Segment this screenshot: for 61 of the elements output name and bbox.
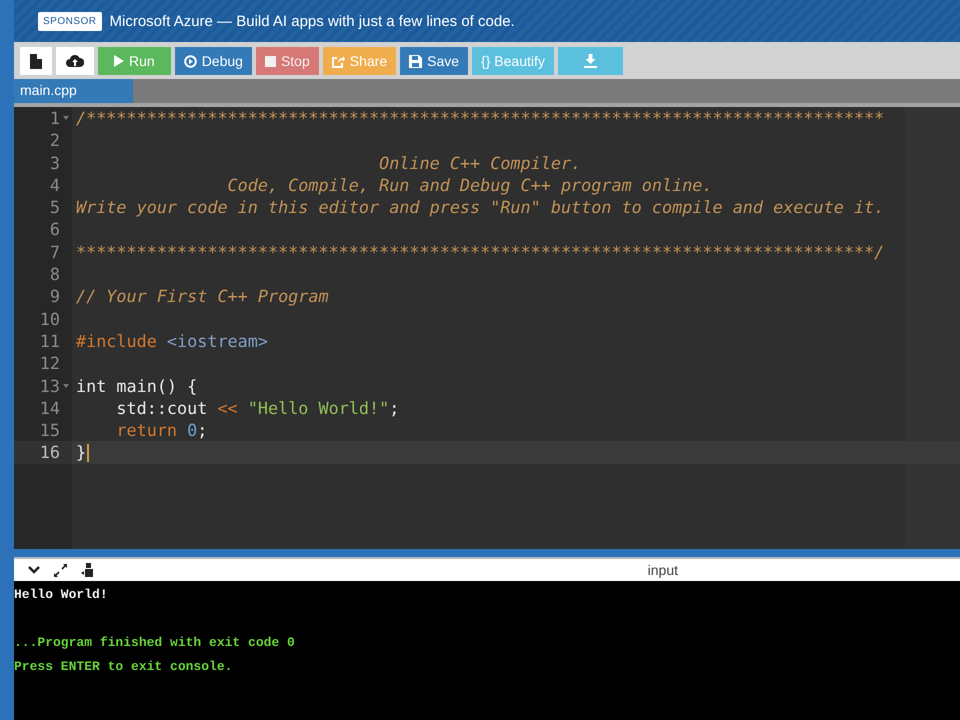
play-icon (114, 55, 124, 67)
clear-console-icon[interactable] (81, 563, 94, 577)
line-number: 4 (50, 174, 60, 196)
line-number: 2 (50, 129, 60, 152)
code-text: return (115, 419, 178, 442)
text-cursor (87, 444, 90, 462)
console-text: Hello World! (14, 587, 108, 602)
line-number: 12 (40, 352, 60, 375)
share-icon (332, 54, 345, 68)
debug-button[interactable]: Debug (174, 47, 252, 75)
new-file-button[interactable] (20, 47, 52, 75)
expand-icon[interactable] (54, 564, 67, 576)
console-text: Press ENTER to exit console. (14, 659, 232, 674)
upload-button[interactable] (56, 47, 94, 75)
download-icon (584, 54, 597, 68)
line-number: 5 (50, 196, 60, 218)
line-number: 14 (40, 396, 60, 420)
code-text: } (76, 441, 86, 464)
code-text: ; (389, 396, 400, 420)
sponsor-badge: SPONSOR (38, 12, 102, 30)
run-button[interactable]: Run (98, 47, 171, 75)
code-text: 0 (186, 419, 198, 442)
line-number: 6 (50, 218, 60, 241)
line-number: 7 (50, 240, 60, 264)
code-text: *******************************************************************************/ (76, 240, 884, 264)
sponsor-text[interactable]: Microsoft Azure — Build AI apps with just a few lines of code. (110, 12, 515, 30)
save-button[interactable]: Save (400, 47, 468, 75)
code-text: /******************************************************************************* (76, 107, 884, 130)
code-text: <iostream> (166, 330, 268, 352)
code-text: // Your First C++ Program (76, 285, 329, 308)
line-number: 11 (40, 330, 60, 352)
code-editor[interactable] (14, 107, 960, 549)
save-icon (409, 54, 422, 68)
code-text: Write your code in this editor and press "Run" button to compile and execute it. (76, 196, 884, 218)
code-text: "Hello World!" (246, 396, 390, 420)
code-text: #include (76, 330, 157, 352)
line-number: 8 (50, 263, 60, 286)
chevron-down-icon[interactable] (28, 566, 40, 574)
line-number: 16 (40, 441, 60, 464)
code-text: ; (197, 419, 208, 442)
line-number: 9 (50, 285, 60, 308)
line-number: 3 (50, 152, 60, 174)
code-text: Code, Compile, Run and Debug C++ program online. (226, 174, 712, 196)
file-icon (30, 54, 42, 68)
stop-icon (264, 56, 276, 66)
console-text: ...Program finished with exit code 0 (14, 635, 295, 650)
fold-arrow-icon[interactable] (63, 384, 69, 388)
sponsor-banner[interactable]: SPONSOR Microsoft Azure — Build AI apps with just a few lines of code. (14, 0, 960, 42)
code-text: Online C++ Compiler. (378, 152, 582, 174)
code-text: std::cout (115, 396, 208, 420)
code-text: int main() { (76, 374, 198, 397)
line-number: 10 (40, 308, 60, 330)
input-label[interactable]: input (648, 562, 678, 578)
fold-arrow-icon[interactable] (63, 116, 69, 120)
code-text: << (217, 396, 238, 420)
line-number: 15 (40, 419, 60, 442)
file-tab[interactable]: main.cpp (14, 79, 133, 103)
debug-icon (184, 54, 197, 68)
line-number: 13 (40, 374, 60, 397)
cloud-upload-icon (66, 54, 84, 68)
line-number: 1 (50, 107, 60, 130)
